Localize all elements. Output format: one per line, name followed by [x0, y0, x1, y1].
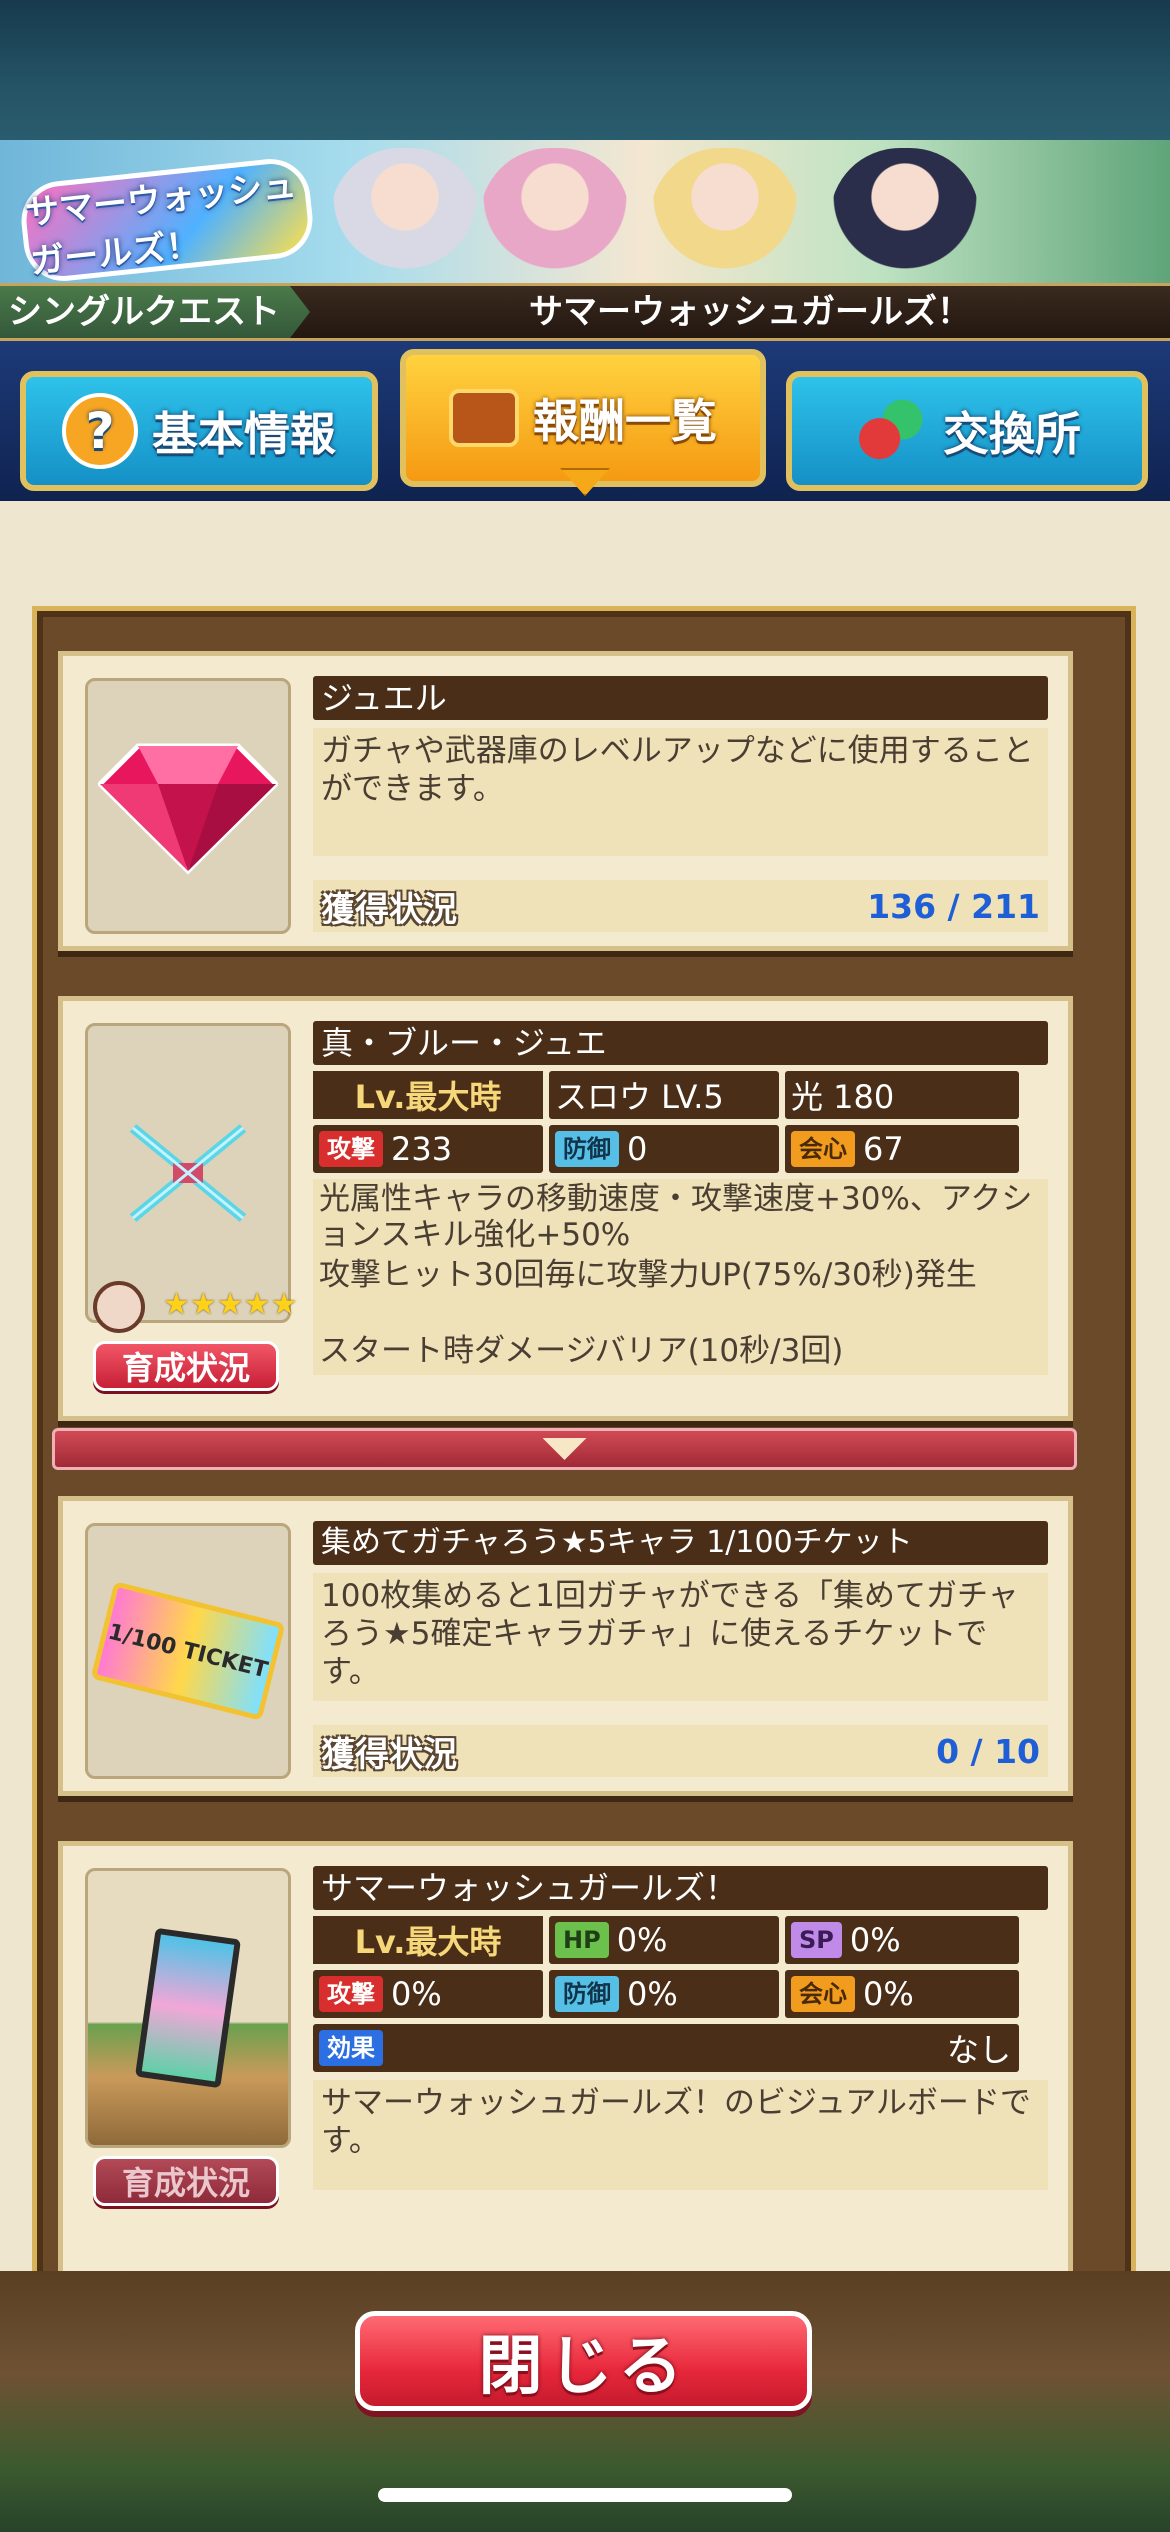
level-max-label: Lv.最大時: [313, 1071, 543, 1119]
tab-exchange[interactable]: 交換所: [786, 371, 1148, 491]
ticket-text: 1/100 TICKET: [105, 1619, 271, 1683]
sp-value: 0%: [849, 1921, 901, 1959]
jewel-icon: [98, 743, 278, 875]
treasure-chest-icon: [449, 389, 519, 447]
banner-character: [650, 148, 800, 285]
critical-stat: 会心 67: [785, 1125, 1019, 1173]
tab-label: 基本情報: [152, 407, 336, 461]
defense-stat: 防御 0%: [549, 1970, 779, 2018]
event-banner: サマーウォッシュガールズ！: [0, 140, 1170, 285]
reward-name: 真・ブルー・ジュエ: [313, 1021, 1048, 1065]
question-icon: ?: [62, 393, 138, 469]
event-logo: サマーウォッシュガールズ！: [17, 155, 317, 285]
attack-badge: 攻撃: [319, 1976, 383, 2012]
hp-value: 0%: [616, 1921, 668, 1959]
reward-card-weapon: ★★★★★ 育成状況 真・ブルー・ジュエ Lv.最大時 スロウ LV.5 光 1…: [58, 996, 1073, 1421]
tab-basic-info[interactable]: ? 基本情報: [20, 371, 378, 491]
quest-type-label: シングルクエスト: [0, 286, 310, 338]
reward-info: サマーウォッシュガールズ！ Lv.最大時 HP 0% SP 0% 攻撃 0% 防…: [313, 1866, 1048, 2190]
reward-info: 集めてガチャろう★5キャラ 1/100チケット 100枚集めると1回ガチャができ…: [313, 1521, 1048, 1701]
status-label: 獲得状況: [321, 889, 457, 930]
sp-stat: SP 0%: [785, 1916, 1019, 1964]
rewards-panel[interactable]: ジュエル ガチャや武器庫のレベルアップなどに使用することができます。 獲得状況 …: [0, 501, 1170, 2306]
attack-value: 0%: [391, 1975, 442, 2013]
status-label: 獲得状況: [321, 1734, 457, 1775]
critical-value: 0%: [863, 1975, 914, 2013]
tab-label: 報酬一覧: [533, 394, 717, 448]
attack-stat: 攻撃 233: [313, 1125, 543, 1173]
tab-label: 交換所: [943, 407, 1081, 461]
acquisition-status: 獲得状況 136 / 211: [313, 880, 1048, 932]
banner-character: [480, 148, 630, 285]
visual-board-icon: [134, 1927, 242, 2089]
banner-character: [830, 148, 980, 285]
reward-name: ジュエル: [313, 676, 1048, 720]
reward-thumb: [85, 678, 291, 934]
effect-badge: 効果: [319, 2030, 383, 2066]
reward-info: ジュエル ガチャや武器庫のレベルアップなどに使用することができます。: [313, 676, 1048, 856]
stat-row: 攻撃 233 防御 0 会心 67: [313, 1125, 1048, 1173]
reward-card-ticket: 1/100 TICKET 集めてガチャろう★5キャラ 1/100チケット 100…: [58, 1496, 1073, 1796]
reward-description: ガチャや武器庫のレベルアップなどに使用することができます。: [313, 728, 1048, 856]
hp-stat: HP 0%: [549, 1916, 779, 1964]
ticket-icon: 1/100 TICKET: [90, 1581, 286, 1721]
critical-value: 67: [863, 1130, 904, 1168]
attack-stat: 攻撃 0%: [313, 1970, 543, 2018]
reward-description: 100枚集めると1回ガチャができる「集めてガチャろう★5確定キャラガチャ」に使え…: [313, 1573, 1048, 1701]
skill-type: スロウ LV.5: [549, 1071, 779, 1119]
status-value: 136 / 211: [867, 886, 1040, 926]
reward-description: サマーウォッシュガールズ！のビジュアルボードです。: [313, 2080, 1048, 2190]
critical-stat: 会心 0%: [785, 1970, 1019, 2018]
reward-name: 集めてガチャろう★5キャラ 1/100チケット: [313, 1521, 1048, 1565]
reward-card-jewel: ジュエル ガチャや武器庫のレベルアップなどに使用することができます。 獲得状況 …: [58, 651, 1073, 951]
home-indicator[interactable]: [378, 2488, 792, 2502]
reward-thumb: 1/100 TICKET: [85, 1523, 291, 1779]
effect-value: なし: [946, 2031, 1011, 2069]
quest-title-bar: シングルクエスト サマーウォッシュガールズ！: [0, 283, 1170, 341]
top-background: [0, 0, 1170, 145]
expand-details-button[interactable]: [52, 1428, 1077, 1470]
critical-badge: 会心: [791, 1976, 855, 2012]
element-value: 光 180: [791, 1078, 895, 1116]
exchange-icon: [853, 393, 929, 469]
rarity-stars: ★★★★★: [163, 1287, 298, 1322]
reward-info: 真・ブルー・ジュエ Lv.最大時 スロウ LV.5 光 180 攻撃 233 防…: [313, 1021, 1048, 1375]
crossed-blades-icon: [129, 1124, 247, 1222]
chevron-down-icon: [542, 1438, 587, 1460]
acquisition-status: 獲得状況 0 / 10: [313, 1725, 1048, 1777]
effect-stat: 効果 なし: [313, 2024, 1019, 2072]
close-button[interactable]: 閉じる: [355, 2311, 812, 2411]
attack-value: 233: [391, 1130, 453, 1168]
critical-badge: 会心: [791, 1131, 855, 1167]
skill-type-value: スロウ LV.5: [555, 1078, 724, 1116]
weapon-type-icon: [93, 1281, 145, 1333]
skill-effect: スタート時ダメージバリア(10秒/3回): [313, 1331, 1048, 1375]
reward-card-visual-board: 育成状況 サマーウォッシュガールズ！ Lv.最大時 HP 0% SP 0% 攻撃…: [58, 1841, 1073, 2286]
defense-badge: 防御: [555, 1131, 619, 1167]
stat-row: 効果 なし: [313, 2024, 1048, 2072]
skill-effect: 攻撃ヒット30回毎に攻撃力UP(75%/30秒)発生: [313, 1255, 1048, 1331]
skill-effect: 光属性キャラの移動速度・攻撃速度+30%、アクションスキル強化+50%: [313, 1179, 1048, 1255]
sp-badge: SP: [791, 1922, 842, 1958]
reward-thumb: [85, 1023, 291, 1323]
element-stat: 光 180: [785, 1071, 1019, 1119]
defense-stat: 防御 0: [549, 1125, 779, 1173]
defense-value: 0: [627, 1130, 648, 1168]
quest-name: サマーウォッシュガールズ！: [529, 292, 971, 332]
status-value: 0 / 10: [936, 1731, 1040, 1771]
level-max-label: Lv.最大時: [313, 1916, 543, 1964]
stat-row: Lv.最大時 HP 0% SP 0%: [313, 1916, 1048, 1964]
growth-status-button[interactable]: 育成状況: [93, 2156, 279, 2206]
banner-character: [330, 148, 480, 285]
defense-badge: 防御: [555, 1976, 619, 2012]
tab-rewards[interactable]: 報酬一覧: [400, 349, 766, 487]
stat-row: Lv.最大時 スロウ LV.5 光 180: [313, 1071, 1048, 1119]
reward-thumb: [85, 1868, 291, 2148]
growth-status-button[interactable]: 育成状況: [93, 1341, 279, 1391]
stat-row: 攻撃 0% 防御 0% 会心 0%: [313, 1970, 1048, 2018]
attack-badge: 攻撃: [319, 1131, 383, 1167]
defense-value: 0%: [627, 1975, 678, 2013]
reward-name: サマーウォッシュガールズ！: [313, 1866, 1048, 1910]
hp-badge: HP: [555, 1922, 609, 1958]
